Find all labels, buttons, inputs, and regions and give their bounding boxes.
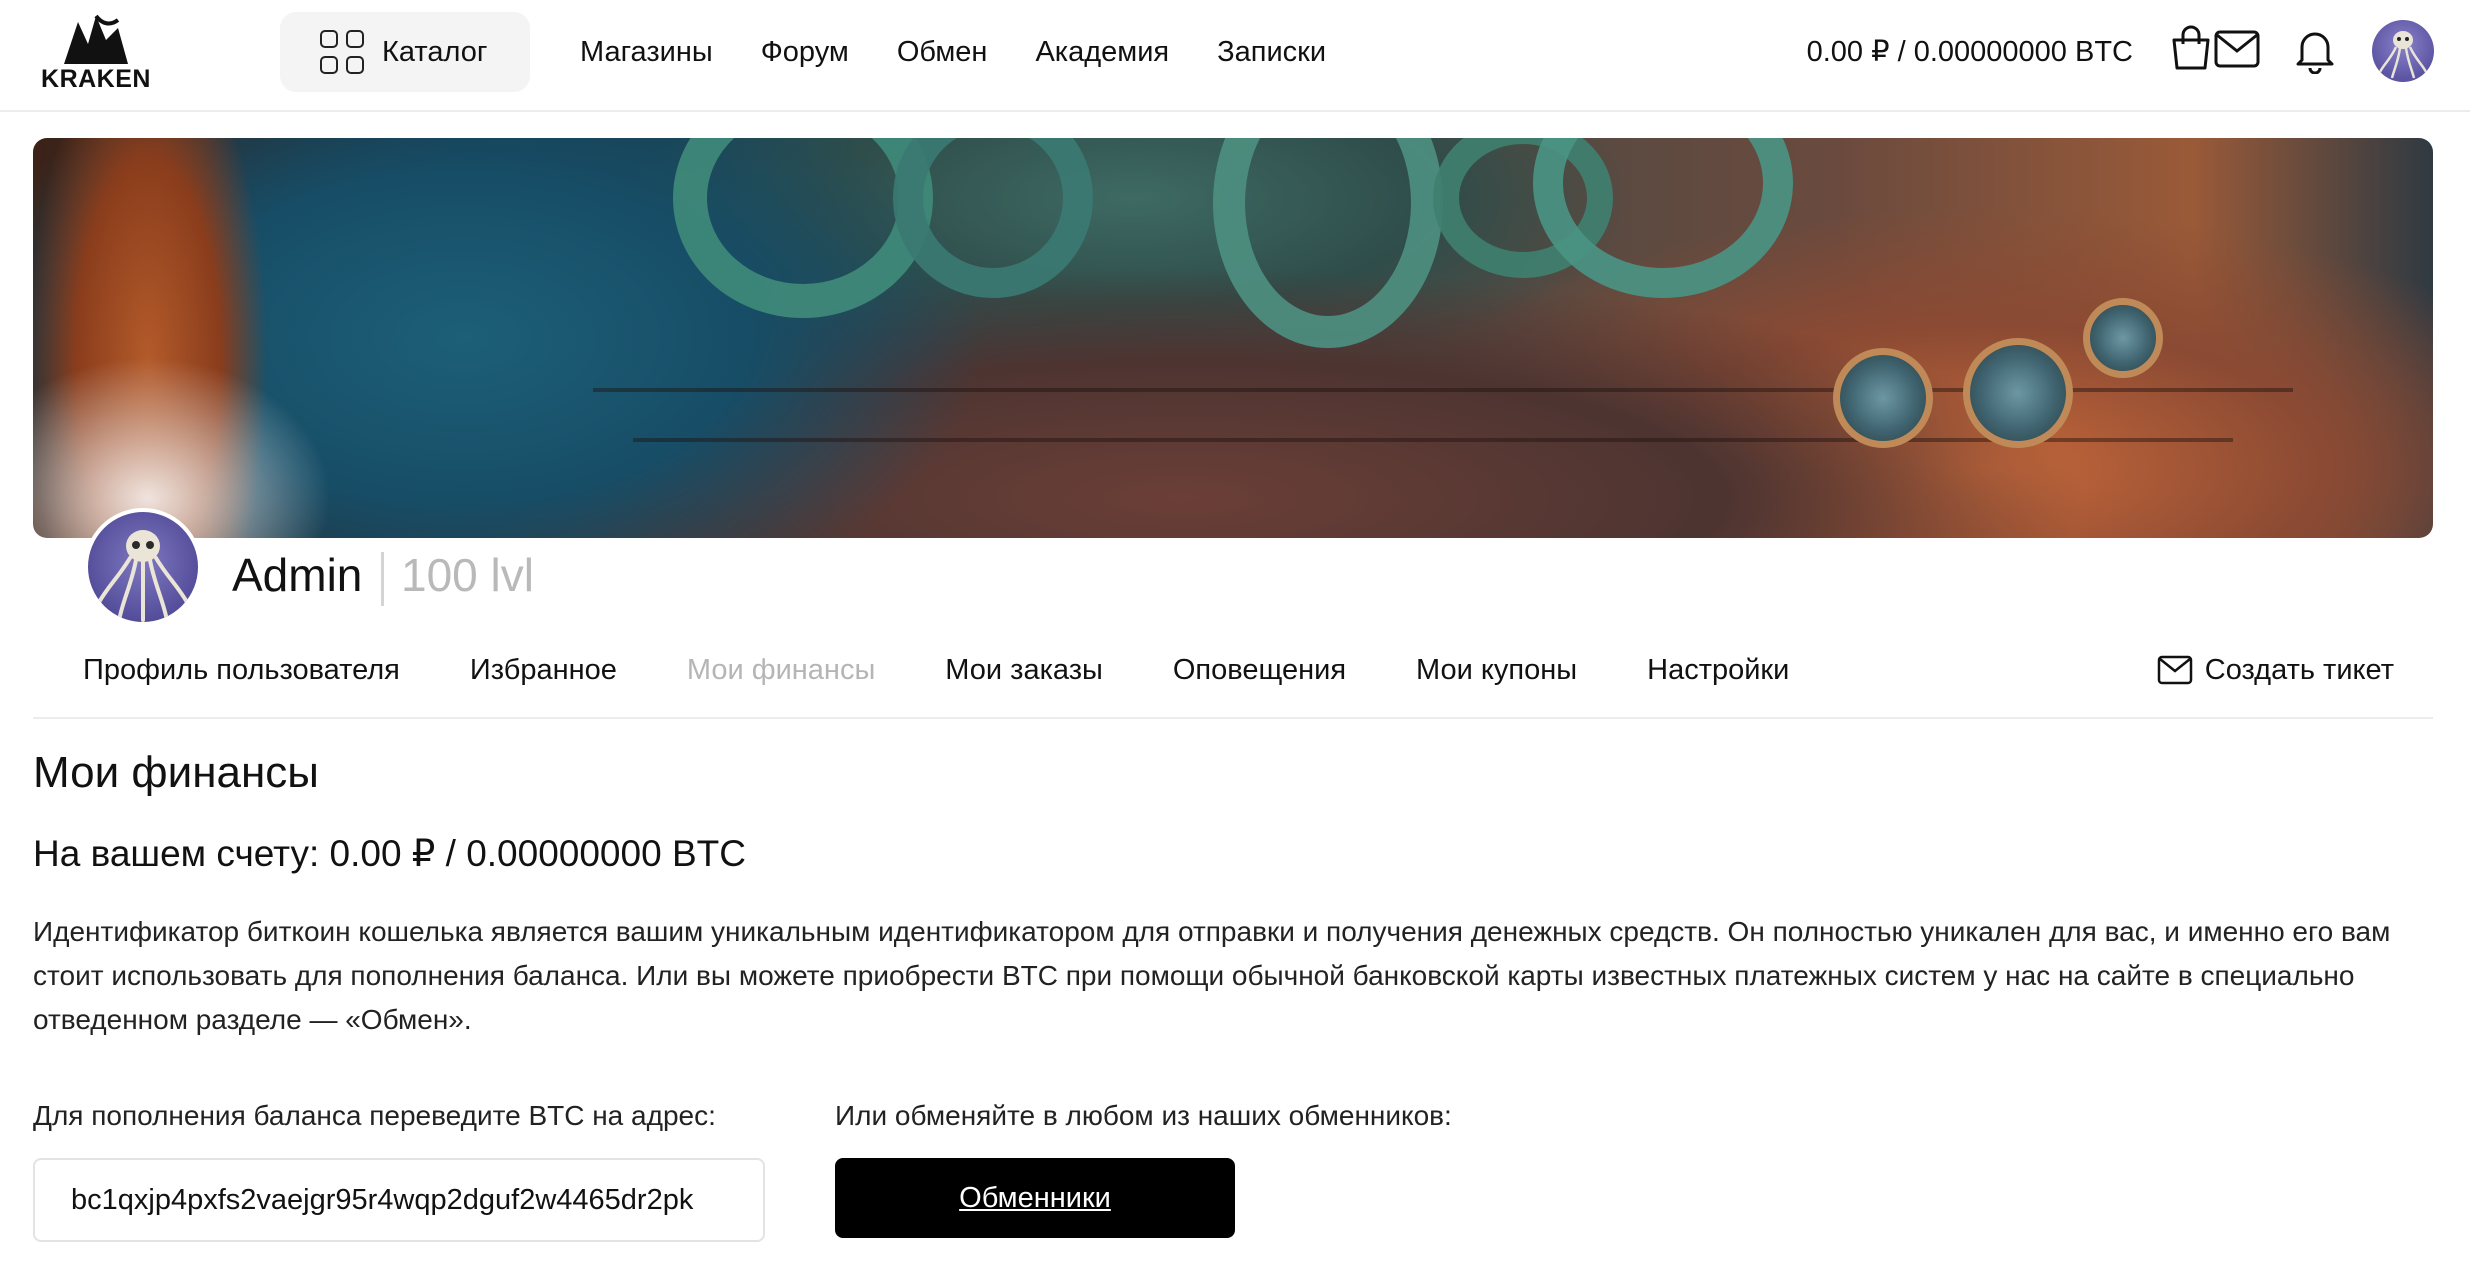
nav-notes[interactable]: Записки (1217, 36, 1326, 69)
catalog-button[interactable]: Каталог (280, 12, 530, 92)
envelope-icon (2157, 655, 2193, 685)
main-nav: Магазины Форум Обмен Академия Записки (580, 0, 1374, 104)
profile-tabs: Профиль пользователя Избранное Мои финан… (83, 648, 1859, 692)
kraken-tentacle-icon (64, 14, 128, 64)
tab-finances[interactable]: Мои финансы (687, 654, 875, 687)
tab-coupons[interactable]: Мои купоны (1416, 654, 1577, 687)
page-title: Мои финансы (33, 748, 319, 797)
top-header: KRAKEN Каталог Магазины Форум Обмен Акад… (0, 0, 2470, 112)
profile-banner-image (33, 138, 2433, 538)
account-balance: На вашем счету: 0.00 ₽ / 0.00000000 BTC (33, 832, 746, 875)
bell-icon[interactable] (2294, 26, 2340, 75)
create-ticket-label: Создать тикет (2204, 653, 2394, 686)
balance-value: 0.00 ₽ / 0.00000000 BTC (329, 833, 746, 874)
exchangers-button[interactable]: Обменники (835, 1158, 1235, 1238)
octopus-icon (96, 530, 190, 622)
grid-icon (320, 30, 364, 74)
shopping-bag-icon[interactable] (2170, 24, 2216, 72)
deposit-label: Для пополнения баланса переведите BTC на… (33, 1100, 716, 1131)
nav-shops[interactable]: Магазины (580, 36, 713, 69)
tab-notifications[interactable]: Оповещения (1173, 654, 1346, 687)
nav-forum[interactable]: Форум (761, 36, 849, 69)
profile-name: Admin (232, 549, 363, 601)
name-divider (381, 552, 384, 606)
tab-settings[interactable]: Настройки (1647, 654, 1789, 687)
tab-profile[interactable]: Профиль пользователя (83, 654, 400, 687)
exchange-label: Или обменяйте в любом из наших обменнико… (835, 1100, 1452, 1131)
tab-favorites[interactable]: Избранное (470, 654, 617, 687)
logo-text: KRAKEN (41, 65, 151, 93)
tabs-divider (33, 717, 2433, 719)
kraken-logo[interactable]: KRAKEN (40, 14, 152, 94)
btc-address-field[interactable]: bc1qxjp4pxfs2vaejgr95r4wqp2dguf2w4465dr2… (33, 1158, 765, 1242)
nav-exchange[interactable]: Обмен (897, 36, 988, 69)
create-ticket-button[interactable]: Создать тикет (2157, 648, 2394, 692)
envelope-icon[interactable] (2214, 30, 2260, 78)
header-balance: 0.00 ₽ / 0.00000000 BTC (1806, 36, 2133, 68)
balance-prefix: На вашем счету: (33, 833, 320, 874)
profile-avatar[interactable] (84, 508, 202, 626)
profile-level: 100 lvl (401, 549, 534, 601)
wallet-description: Идентификатор биткоин кошелька является … (33, 916, 2391, 1035)
tab-orders[interactable]: Мои заказы (945, 654, 1103, 687)
octopus-icon (2378, 31, 2428, 79)
nav-academy[interactable]: Академия (1035, 36, 1169, 69)
user-avatar[interactable] (2372, 20, 2434, 82)
catalog-label: Каталог (382, 35, 488, 68)
